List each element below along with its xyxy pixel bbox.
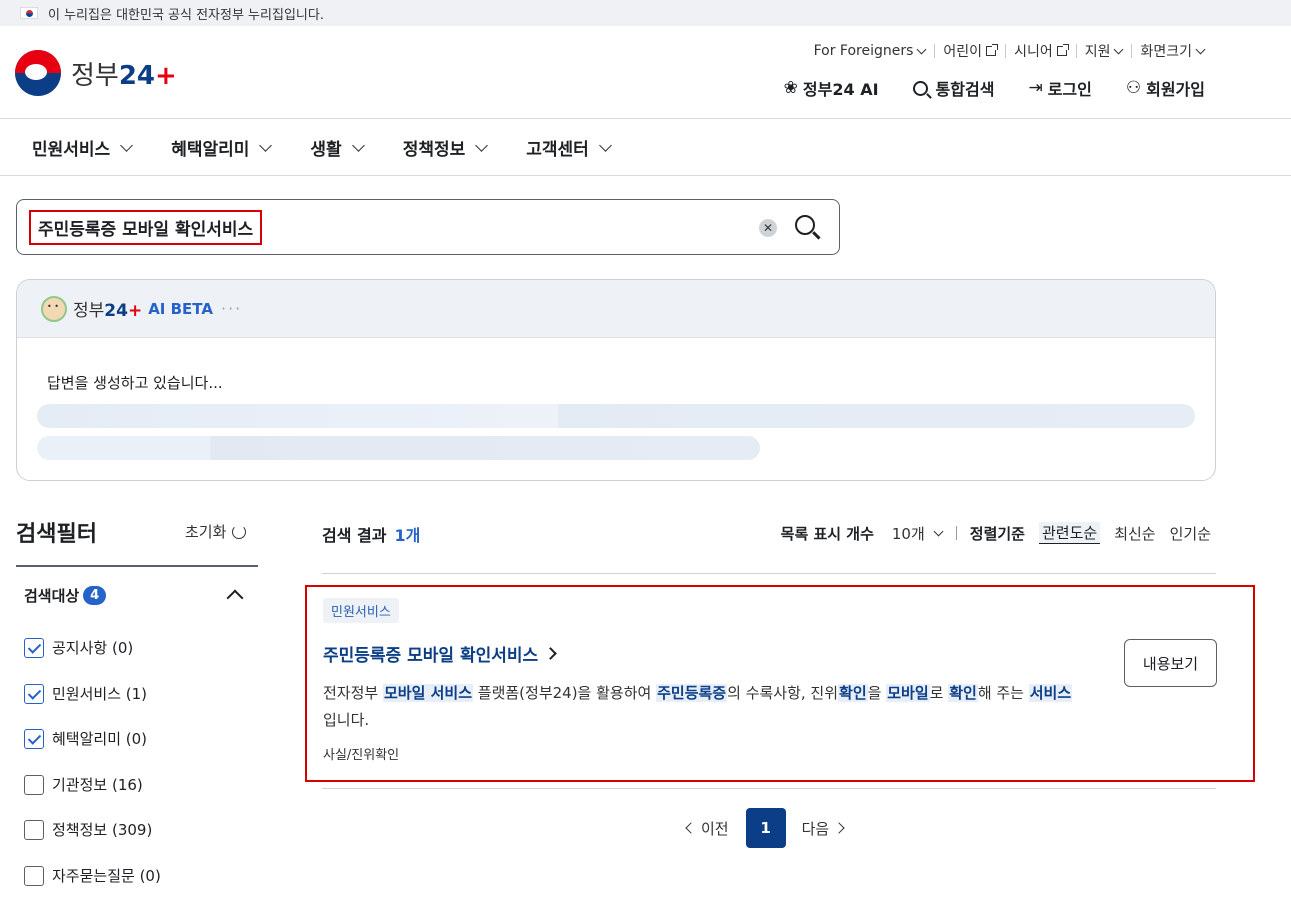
sort-latest[interactable]: 최신순 bbox=[1114, 523, 1155, 544]
util-kids[interactable]: 어린이 bbox=[934, 41, 1005, 61]
result-item: 민원서비스 주민등록증 모바일 확인서비스 전자정부 모바일 서비스 플랫폼(정… bbox=[305, 585, 1255, 782]
ai-answer-panel: 정부24+ AI BETA ··· 답변을 생성하고 있습니다... bbox=[16, 279, 1216, 481]
chevron-up-icon[interactable] bbox=[226, 589, 244, 607]
pagination: 이전 1 다음 bbox=[685, 808, 845, 848]
nav-divider bbox=[0, 175, 1291, 176]
list-size-label: 목록 표시 개수 bbox=[780, 524, 874, 543]
results-controls: 목록 표시 개수 10개 정렬기준 관련도순 최신순 인기순 bbox=[781, 522, 1211, 544]
chevron-down-icon bbox=[1195, 44, 1206, 54]
results-count: 1개 bbox=[394, 526, 421, 545]
gov24-logo[interactable]: 정부24+ bbox=[15, 50, 177, 96]
gov24-ai-link[interactable]: ❀ 정부24 AI bbox=[784, 76, 879, 100]
checkbox[interactable] bbox=[24, 819, 44, 840]
login-icon: ⇥ bbox=[1028, 78, 1043, 98]
sort-label: 정렬기준 bbox=[969, 524, 1025, 543]
korea-flag-icon bbox=[20, 7, 38, 19]
util-foreigners[interactable]: For Foreigners bbox=[805, 43, 935, 59]
gnb-life[interactable]: 생활 bbox=[310, 135, 365, 160]
clear-search-button[interactable]: ✕ bbox=[759, 219, 777, 237]
chevron-down-icon bbox=[933, 526, 944, 536]
loading-skeleton-line bbox=[37, 436, 760, 460]
filter-option-civil-services[interactable]: 민원서비스 (1) bbox=[24, 683, 147, 704]
banner-text: 이 누리집은 대한민국 공식 전자정부 누리집입니다. bbox=[48, 7, 324, 23]
external-link-icon bbox=[1056, 44, 1069, 56]
chevron-down-icon bbox=[916, 44, 927, 54]
chevron-down-icon bbox=[1114, 44, 1124, 54]
login-link[interactable]: ⇥ 로그인 bbox=[1028, 76, 1091, 100]
chevron-right-icon bbox=[833, 822, 845, 834]
util-screen-size[interactable]: 화면크기 bbox=[1131, 41, 1213, 61]
logo-text: 정부24+ bbox=[71, 60, 177, 91]
prev-page-button[interactable]: 이전 bbox=[685, 818, 729, 839]
result-description: 전자정부 모바일 서비스 플랫폼(정부24)을 활용하여 주민등록증의 수록사항… bbox=[323, 684, 1073, 729]
loading-dots-icon: ··· bbox=[220, 299, 243, 318]
checkbox[interactable] bbox=[24, 637, 44, 658]
checkbox[interactable] bbox=[24, 774, 44, 795]
ai-panel-header: 정부24+ AI BETA ··· bbox=[17, 280, 1215, 338]
sort-relevance[interactable]: 관련도순 bbox=[1038, 522, 1101, 544]
filter-option-benefits[interactable]: 혜택알리미 (0) bbox=[24, 728, 147, 749]
checkbox[interactable] bbox=[24, 728, 44, 749]
next-page-button[interactable]: 다음 bbox=[802, 818, 845, 839]
utility-nav: For Foreigners 어린이 시니어 지원 화면크기 bbox=[805, 41, 1213, 61]
search-input[interactable]: 주민등록증 모바일 확인서비스 bbox=[28, 210, 263, 245]
filter-count-badge: 4 bbox=[83, 586, 107, 605]
gnb-policy[interactable]: 정책정보 bbox=[403, 135, 489, 160]
results-title: 검색 결과 1개 bbox=[322, 526, 421, 545]
ai-mascot-icon bbox=[41, 295, 67, 322]
filter-option-agency-info[interactable]: 기관정보 (16) bbox=[24, 774, 143, 795]
view-details-button[interactable]: 내용보기 bbox=[1124, 639, 1217, 687]
chevron-right-icon bbox=[544, 647, 558, 660]
refresh-icon bbox=[232, 524, 247, 539]
result-title-link[interactable]: 주민등록증 모바일 확인서비스 bbox=[323, 641, 558, 666]
result-subcategory: 사실/진위확인 bbox=[323, 748, 400, 763]
result-category-tag: 민원서비스 bbox=[323, 598, 399, 623]
taegeuk-logo-icon bbox=[15, 50, 61, 96]
integrated-search-link[interactable]: 통합검색 bbox=[912, 76, 994, 100]
ai-beta-label: AI BETA bbox=[148, 299, 213, 318]
filter-title: 검색필터 bbox=[16, 522, 97, 547]
filter-divider bbox=[16, 565, 258, 567]
checkbox[interactable] bbox=[24, 865, 44, 886]
chevron-down-icon bbox=[351, 138, 365, 152]
ai-mascot-icon: ❀ bbox=[783, 78, 798, 98]
ai-brand: 정부24+ bbox=[73, 301, 143, 321]
util-senior[interactable]: 시니어 bbox=[1005, 41, 1076, 61]
search-box: 주민등록증 모바일 확인서비스 ✕ bbox=[16, 199, 840, 255]
chevron-down-icon bbox=[598, 138, 612, 152]
results-divider bbox=[322, 788, 1216, 789]
sort-popular[interactable]: 인기순 bbox=[1170, 523, 1211, 544]
util-support[interactable]: 지원 bbox=[1075, 41, 1132, 61]
chevron-down-icon bbox=[120, 138, 134, 152]
chevron-down-icon bbox=[259, 138, 273, 152]
filter-option-faq[interactable]: 자주묻는질문 (0) bbox=[24, 865, 161, 886]
page-number-current[interactable]: 1 bbox=[745, 808, 786, 848]
chevron-down-icon bbox=[475, 138, 489, 152]
signup-link[interactable]: ⚇ 회원가입 bbox=[1126, 76, 1205, 100]
chevron-left-icon bbox=[685, 822, 697, 834]
gnb-benefits[interactable]: 혜택알리미 bbox=[171, 135, 273, 160]
filter-reset-button[interactable]: 초기화 bbox=[185, 521, 247, 542]
external-link-icon bbox=[986, 44, 999, 56]
gnb-customer-center[interactable]: 고객센터 bbox=[526, 135, 612, 160]
loading-skeleton-line bbox=[37, 404, 1195, 428]
global-nav: 민원서비스 혜택알리미 생활 정책정보 고객센터 bbox=[0, 119, 1291, 175]
filter-target-header: 검색대상 4 bbox=[24, 585, 107, 606]
filter-option-policy-info[interactable]: 정책정보 (309) bbox=[24, 819, 152, 840]
checkbox[interactable] bbox=[24, 683, 44, 704]
gnb-civil-services[interactable]: 민원서비스 bbox=[32, 135, 134, 160]
results-divider bbox=[322, 573, 1216, 574]
user-plus-icon: ⚇ bbox=[1125, 78, 1142, 98]
search-icon bbox=[912, 80, 928, 96]
main-utility-menu: ❀ 정부24 AI 통합검색 ⇥ 로그인 ⚇ 회원가입 bbox=[750, 76, 1205, 100]
list-size-select[interactable]: 10개 bbox=[892, 523, 944, 544]
ai-status-text: 답변을 생성하고 있습니다... bbox=[47, 374, 223, 392]
search-button[interactable] bbox=[793, 213, 821, 241]
gov-official-banner: 이 누리집은 대한민국 공식 전자정부 누리집입니다. bbox=[0, 0, 1291, 26]
filter-option-notice[interactable]: 공지사항 (0) bbox=[24, 637, 133, 658]
